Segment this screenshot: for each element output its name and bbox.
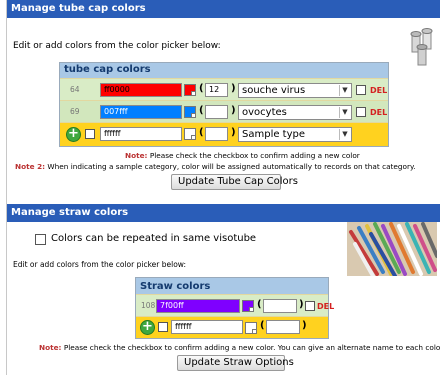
straw-section-header: Manage straw colors [7, 204, 440, 222]
tube-new-hex-input[interactable]: ffffff [100, 127, 182, 141]
tube-row-hex-input[interactable]: 007fff [100, 105, 182, 119]
tube-new-category-value: Sample type [242, 129, 306, 140]
paren-open: ( [199, 127, 204, 138]
tube-cap-heading: Manage tube cap colors [11, 3, 146, 14]
tube-note: Note: Please check the checkbox to confi… [125, 151, 360, 160]
straw-new-row: + ffffff ( ) [136, 316, 328, 338]
paren-close: ) [231, 83, 236, 94]
paren-open: ( [260, 320, 265, 331]
color-picker-swatch[interactable] [184, 84, 196, 96]
tube-instruction: Edit or add colors from the color picker… [13, 41, 221, 51]
tube-row: 69 007fff ( ) ovocytes ▼ DEL [60, 100, 388, 122]
straw-note-label: Note: [39, 343, 62, 352]
straw-new-name-input[interactable] [266, 320, 300, 334]
tube-row-id: 64 [70, 85, 80, 94]
tube-new-category-select[interactable]: Sample type ▼ [238, 127, 352, 142]
paren-close: ) [231, 127, 236, 138]
tube-note-2-label: Note 2: [15, 162, 46, 171]
straw-heading: Manage straw colors [11, 207, 129, 218]
straw-note: Note: Please check the checkbox to confi… [39, 343, 440, 352]
straw-row-delete-checkbox[interactable] [305, 301, 315, 311]
color-picker-swatch[interactable] [242, 300, 254, 312]
paren-close: ) [299, 299, 304, 310]
straw-instruction: Edit or add colors from the color picker… [13, 260, 187, 269]
tube-row-category-value: souche virus [242, 85, 306, 96]
tube-row-delete-checkbox[interactable] [356, 85, 366, 95]
paren-open: ( [257, 299, 262, 310]
tube-note-label: Note: [125, 151, 148, 160]
paren-close: ) [302, 320, 307, 331]
tube-new-confirm-checkbox[interactable] [85, 129, 95, 139]
tube-note-2: Note 2: When indicating a sample categor… [15, 162, 416, 171]
tube-cap-section-header: Manage tube cap colors [7, 0, 440, 18]
straw-row-hex-input[interactable]: 7f00ff [156, 299, 240, 313]
tube-row-delete-checkbox[interactable] [356, 107, 366, 117]
tube-row: 64 ff0000 ( 12 ) souche virus ▼ DEL [60, 78, 388, 100]
paren-open: ( [199, 83, 204, 94]
chevron-down-icon: ▼ [339, 85, 350, 96]
tube-row-category-select[interactable]: souche virus ▼ [238, 83, 352, 98]
tube-row-order-input[interactable] [205, 105, 228, 119]
update-straw-options-button[interactable]: Update Straw Options [177, 355, 294, 371]
straw-row-name-input[interactable] [263, 299, 297, 313]
color-picker-swatch[interactable] [184, 106, 196, 118]
color-picker-swatch[interactable] [184, 128, 196, 140]
straw-table-title-text: Straw colors [140, 281, 211, 292]
tube-new-order-input[interactable] [205, 127, 228, 141]
tube-row-hex-input[interactable]: ff0000 [100, 83, 182, 97]
page-frame: Manage tube cap colors Edit or add color… [6, 0, 440, 375]
chevron-down-icon: ▼ [339, 107, 350, 118]
tube-cap-table-title-text: tube cap colors [64, 64, 151, 75]
straw-row: 108 7f00ff ( ) DEL [136, 294, 334, 316]
repeat-colors-checkbox[interactable] [35, 234, 46, 245]
add-color-icon[interactable]: + [66, 127, 81, 142]
straws-image [347, 222, 437, 276]
tube-new-row: + ffffff ( ) Sample type ▼ [60, 122, 388, 146]
repeat-colors-label: Colors can be repeated in same visotube [51, 233, 257, 244]
straw-colors-table: Straw colors 108 7f00ff ( ) DEL + ffffff… [135, 277, 334, 339]
delete-label: DEL [317, 302, 335, 311]
tube-cap-colors-table: tube cap colors 64 ff0000 ( 12 ) souche … [59, 62, 389, 147]
chevron-down-icon: ▼ [339, 129, 350, 140]
add-color-icon[interactable]: + [140, 320, 155, 335]
straw-row-id: 108 [141, 301, 156, 310]
tube-row-category-select[interactable]: ovocytes ▼ [238, 105, 352, 120]
delete-label: DEL [370, 108, 388, 117]
tube-note-2-text: When indicating a sample category, color… [47, 162, 416, 171]
delete-label: DEL [370, 86, 388, 95]
update-tube-cap-colors-button[interactable]: Update Tube Cap Colors [171, 174, 298, 190]
straw-new-confirm-checkbox[interactable] [158, 322, 168, 332]
tubes-image [409, 28, 437, 68]
color-picker-swatch[interactable] [245, 322, 257, 334]
tube-row-id: 69 [70, 107, 80, 116]
paren-open: ( [199, 105, 204, 116]
tube-note-text: Please check the checkbox to confirm add… [149, 151, 360, 160]
straw-new-hex-input[interactable]: ffffff [171, 320, 243, 334]
straw-note-text: Please check the checkbox to confirm add… [63, 343, 440, 352]
tube-row-order-input[interactable]: 12 [205, 83, 228, 97]
straw-table-title: Straw colors [136, 278, 328, 294]
tube-row-category-value: ovocytes [242, 107, 287, 118]
tube-cap-table-title: tube cap colors [60, 63, 388, 78]
paren-close: ) [231, 105, 236, 116]
